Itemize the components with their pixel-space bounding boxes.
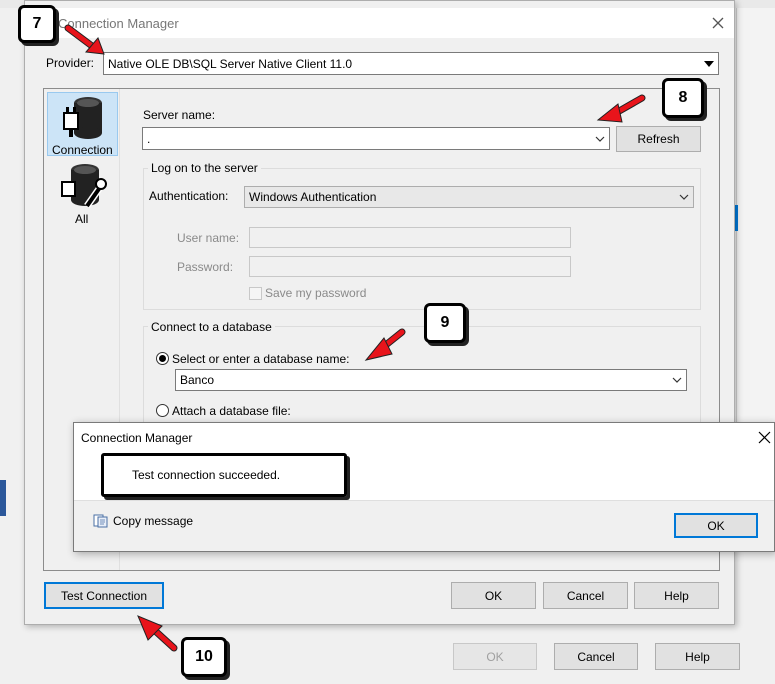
background-app-right [736, 8, 775, 423]
background-app-left-strip [0, 480, 6, 516]
cancel-button[interactable]: Cancel [543, 582, 628, 609]
sidebar-item-all-label: All [75, 212, 89, 226]
callout-8: 8 [662, 78, 704, 118]
database-group-title: Connect to a database [148, 320, 275, 334]
logon-group-title: Log on to the server [148, 161, 261, 175]
close-icon[interactable] [758, 431, 771, 444]
save-password-label: Save my password [265, 286, 367, 300]
ok-button[interactable]: OK [451, 582, 536, 609]
server-name-combo[interactable]: . [142, 127, 610, 150]
user-name-field[interactable] [249, 227, 571, 248]
copy-icon [93, 514, 108, 528]
callout-10: 10 [181, 637, 227, 677]
background-app-accent [735, 205, 738, 231]
sidebar-item-connection[interactable]: Connection [47, 92, 118, 157]
copy-message-link[interactable]: Copy message [113, 514, 193, 528]
arrow-to-provider [64, 24, 105, 55]
parent-ok-button[interactable]: OK [453, 643, 537, 670]
provider-value: Native OLE DB\SQL Server Native Client 1… [108, 56, 353, 71]
arrow-to-test-connection [137, 615, 178, 652]
chevron-down-icon [672, 377, 682, 383]
server-name-label: Server name: [143, 108, 216, 122]
attach-db-radio[interactable] [156, 404, 169, 417]
arrow-to-server-name [596, 94, 646, 123]
provider-label: Provider: [46, 56, 95, 70]
password-label: Password: [177, 260, 234, 274]
database-plug-icon [63, 97, 102, 139]
parent-cancel-button[interactable]: Cancel [554, 643, 638, 670]
provider-combo[interactable]: Native OLE DB\SQL Server Native Client 1… [103, 52, 719, 75]
authentication-combo[interactable]: Windows Authentication [244, 186, 694, 208]
message-ok-button[interactable]: OK [674, 513, 758, 538]
password-field[interactable] [249, 256, 571, 277]
chevron-down-icon [679, 194, 689, 200]
help-button[interactable]: Help [634, 582, 719, 609]
save-password-checkbox[interactable] [249, 287, 262, 300]
arrow-to-database-name [364, 328, 406, 361]
user-name-label: User name: [177, 231, 240, 245]
test-connection-button[interactable]: Test Connection [44, 582, 164, 609]
sidebar-item-connection-label: Connection [52, 143, 113, 157]
select-db-radio[interactable] [156, 352, 169, 365]
select-db-label: Select or enter a database name: [172, 352, 350, 366]
database-name-value: Banco [180, 373, 215, 387]
authentication-value: Windows Authentication [249, 190, 377, 204]
message-box-title: Connection Manager [81, 431, 193, 445]
callout-9: 9 [424, 303, 466, 343]
database-wrench-icon [61, 164, 107, 209]
radio-dot [159, 355, 166, 362]
server-name-value: . [147, 131, 151, 146]
refresh-button[interactable]: Refresh [616, 126, 701, 152]
chevron-down-icon [704, 60, 714, 67]
callout-message-highlight [101, 453, 347, 497]
chevron-down-icon [595, 136, 605, 142]
sidebar-item-all[interactable]: All [47, 160, 118, 226]
callout-7: 7 [18, 5, 56, 43]
database-name-combo[interactable]: Banco [175, 369, 687, 391]
authentication-label: Authentication: [149, 189, 229, 203]
attach-db-label: Attach a database file: [172, 404, 291, 418]
parent-help-button[interactable]: Help [655, 643, 740, 670]
close-icon[interactable] [711, 16, 725, 30]
